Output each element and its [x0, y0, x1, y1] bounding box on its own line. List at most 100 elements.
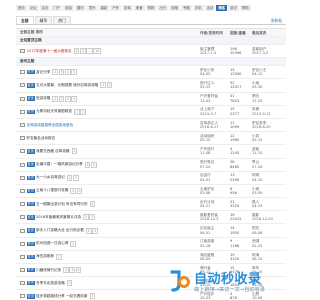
- page-link[interactable]: 2: [100, 82, 106, 89]
- page-link[interactable]: 2: [83, 214, 89, 221]
- thread-title-link[interactable]: 自驾游线路推荐全国各地景色: [27, 123, 74, 128]
- nav-item[interactable]: 博客: [216, 5, 228, 11]
- new-post-button[interactable]: 发新帖: [266, 17, 286, 24]
- page-link[interactable]: 2: [52, 95, 59, 102]
- nav-item[interactable]: 自驾: [122, 5, 133, 11]
- page-link[interactable]: 3: [73, 174, 79, 181]
- tab-hot[interactable]: 热门: [53, 16, 71, 24]
- nav-item[interactable]: 帮助: [239, 5, 251, 11]
- nav-item[interactable]: 出行: [157, 5, 169, 11]
- nav-item[interactable]: 首页: [16, 5, 27, 11]
- thread-tag[interactable]: 置顶: [26, 228, 35, 233]
- nav-item[interactable]: 专题: [180, 5, 192, 11]
- tab-all[interactable]: 全部: [16, 16, 34, 24]
- nav-item[interactable]: 户外: [110, 5, 122, 11]
- thread-title-link[interactable]: 冬季东北旅游攻略: [36, 281, 65, 286]
- page-link[interactable]: 3: [76, 187, 83, 194]
- page-link[interactable]: 3: [91, 161, 97, 168]
- nav-item[interactable]: 旅游: [63, 5, 74, 11]
- thread-author-cell: 论坛版主 06-01: [200, 226, 230, 235]
- page-link[interactable]: 2: [63, 267, 69, 274]
- page-link[interactable]: 3: [58, 69, 65, 76]
- page-link[interactable]: 2: [73, 48, 80, 55]
- thread-tag[interactable]: 置顶: [26, 188, 35, 194]
- thread-title-link[interactable]: 杭州西湖一日游心得: [36, 241, 68, 246]
- nav-item[interactable]: 国内: [74, 5, 86, 11]
- thread-title-link[interactable]: 五月大雪景，长期观看 境外自驾游攻略: [36, 83, 98, 88]
- page-link[interactable]: 2: [56, 253, 62, 260]
- nav-item[interactable]: 美食: [133, 5, 145, 11]
- thread-title-link[interactable]: 2016年度最美风景照片评选: [36, 215, 81, 220]
- nav-item[interactable]: 杂志: [39, 5, 51, 11]
- thread-tag[interactable]: 置顶: [26, 96, 35, 101]
- page-link[interactable]: 3: [92, 227, 98, 234]
- page-link[interactable]: ...: [86, 48, 93, 55]
- nav-item[interactable]: 攻略: [169, 5, 180, 11]
- thread-tag[interactable]: 置顶: [26, 175, 35, 180]
- nav-item[interactable]: 摄影: [98, 5, 110, 11]
- thread-title-link[interactable]: 走遍中国：一路风景游记分享: [36, 162, 83, 167]
- nav-item[interactable]: 论坛: [27, 5, 39, 11]
- thread-title-link[interactable]: 我要去西藏 自驾攻略: [36, 149, 70, 154]
- thread-title-link[interactable]: 旅游攻略: [36, 96, 50, 101]
- nav-item[interactable]: 手机: [192, 5, 204, 11]
- last-date: 04-29: [252, 204, 263, 209]
- page-link[interactable]: 2: [85, 227, 92, 234]
- page-link[interactable]: 2: [70, 240, 77, 247]
- page-link[interactable]: 3: [58, 95, 65, 102]
- nav-item[interactable]: 境外: [86, 5, 98, 11]
- thread-icon: [20, 294, 25, 299]
- thread-tag[interactable]: 置顶: [26, 267, 35, 273]
- thread-title-link[interactable]: 新手入门攻略大全 出行前必看: [36, 228, 84, 233]
- nav-item[interactable]: 活动: [204, 5, 216, 11]
- page-link[interactable]: 5: [71, 95, 77, 102]
- thread-title-link[interactable]: 五一假期出游计划 有没有同行的: [36, 202, 87, 207]
- thread-title-link[interactable]: 游记分享: [36, 70, 50, 75]
- thread-tag[interactable]: 置顶: [26, 109, 35, 115]
- thread-title-link[interactable]: 九寨沟秋天风景图精选: [36, 109, 72, 114]
- nav-item[interactable]: 门户: [51, 5, 63, 11]
- thread-tag[interactable]: 置顶: [26, 70, 35, 75]
- thread-title-link[interactable]: 海岛游推荐: [36, 254, 54, 259]
- thread-title-link[interactable]: 驴友聚会活动报名: [27, 136, 56, 141]
- thread-title-cell: 置顶 游记分享 2 3 4 5: [16, 69, 200, 76]
- header-title[interactable]: 全部主题 排序: [16, 30, 200, 35]
- thread-tag[interactable]: 置顶: [26, 162, 35, 167]
- page-link[interactable]: 2: [89, 293, 96, 300]
- thread-tag[interactable]: 置顶: [26, 294, 35, 299]
- page-link[interactable]: 3: [89, 214, 96, 221]
- page-link[interactable]: 2: [66, 280, 73, 287]
- page-link[interactable]: 3: [80, 108, 86, 115]
- page-link[interactable]: 4: [64, 69, 71, 76]
- page-link[interactable]: 2: [71, 148, 78, 155]
- page-link[interactable]: 3: [79, 48, 86, 55]
- thread-tag[interactable]: 置顶: [26, 254, 35, 260]
- page-link[interactable]: 2: [70, 187, 77, 194]
- page-link[interactable]: 2: [66, 174, 73, 181]
- thread-title-link[interactable]: 徒步穿越路线分享 一起去看风景: [36, 294, 87, 299]
- page-link[interactable]: 3: [69, 267, 76, 274]
- thread-title-link[interactable]: 川藏线骑行记录: [36, 268, 61, 273]
- thread-stats-cell: 13 2356: [230, 173, 252, 182]
- page-link[interactable]: 2: [84, 161, 91, 168]
- thread-tag[interactable]: 置顶: [26, 201, 35, 207]
- page-link[interactable]: 2: [52, 69, 59, 76]
- thread-tag[interactable]: 置顶: [26, 215, 35, 220]
- tab-digest[interactable]: 精华: [34, 16, 53, 24]
- thread-tag[interactable]: 置顶: [26, 241, 35, 246]
- nav-item[interactable]: 游记: [228, 5, 239, 11]
- page-link[interactable]: 5: [71, 69, 77, 76]
- thread-tag[interactable]: 置顶: [26, 149, 35, 154]
- nav-item[interactable]: 购物: [145, 5, 157, 11]
- thread-tag[interactable]: 置顶: [26, 83, 35, 88]
- page-link[interactable]: 10: [93, 48, 102, 55]
- page-link[interactable]: 2: [89, 201, 96, 208]
- thread-tag[interactable]: 置顶: [26, 281, 35, 286]
- page-link[interactable]: 2: [74, 108, 80, 115]
- page-link[interactable]: 4: [64, 95, 71, 102]
- page-link[interactable]: 4: [75, 267, 82, 274]
- thread-title-link[interactable]: 大一小乡自驾游记: [36, 175, 65, 180]
- thread-title-link[interactable]: 2017年度第十一届大赛报名: [27, 49, 72, 54]
- thread-title-link[interactable]: 云南十八怪旅行攻略: [36, 188, 68, 193]
- page-link[interactable]: 3: [106, 82, 113, 89]
